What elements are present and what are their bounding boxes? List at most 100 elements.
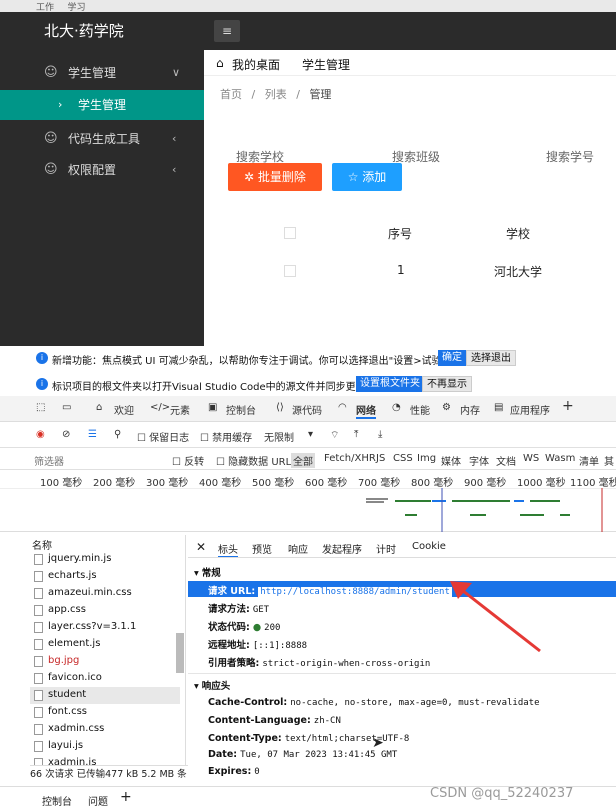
clear-icon[interactable]: ⊘ bbox=[62, 429, 70, 440]
throttle-select[interactable]: 无限制 bbox=[264, 429, 294, 444]
set-root-folder-button[interactable]: 设置根文件夹 bbox=[356, 376, 424, 392]
list-item[interactable]: echarts.js bbox=[30, 568, 180, 585]
upload-icon[interactable]: ⤒ bbox=[354, 429, 358, 440]
tab-network[interactable]: 网络 bbox=[356, 402, 376, 419]
table-cell-index: 1 bbox=[397, 263, 405, 277]
sidebar-item-permissions[interactable]: ☺ 权限配置 ‹ bbox=[0, 155, 204, 185]
device-icon[interactable]: ▭ bbox=[62, 402, 71, 413]
type-ws[interactable]: WS bbox=[523, 453, 539, 464]
tab-cookie[interactable]: Cookie bbox=[412, 541, 446, 552]
sidebar-item-student-mgmt[interactable]: ☺ 学生管理 ∨ bbox=[0, 58, 204, 88]
network-timeline[interactable]: 100 毫秒 200 毫秒 300 毫秒 400 毫秒 500 毫秒 600 毫秒 700 … bbox=[0, 470, 616, 532]
type-doc[interactable]: 文档 bbox=[496, 453, 516, 468]
search-student-id-input[interactable]: 搜索学号 bbox=[546, 148, 594, 165]
tab-sources[interactable]: 源代码 bbox=[292, 402, 322, 417]
file-icon bbox=[34, 622, 43, 633]
list-scrollbar[interactable] bbox=[176, 633, 184, 673]
list-item[interactable]: jquery.min.js bbox=[30, 551, 180, 568]
filter-icon[interactable]: ☰ bbox=[88, 429, 97, 440]
inspect-icon[interactable]: ⬚ bbox=[36, 402, 45, 413]
section-response-headers[interactable]: ▾ 响应头 bbox=[194, 678, 230, 692]
file-icon bbox=[34, 588, 43, 599]
preserve-log-checkbox[interactable]: ☐ 保留日志 bbox=[137, 429, 189, 444]
type-other[interactable]: 其 bbox=[604, 453, 614, 468]
list-item[interactable]: student bbox=[30, 687, 180, 704]
search-icon[interactable]: ⚲ bbox=[114, 429, 121, 440]
type-css[interactable]: CSS bbox=[393, 453, 413, 464]
file-name: xadmin.css bbox=[48, 723, 105, 734]
tab-timing[interactable]: 计时 bbox=[376, 541, 396, 556]
add-drawer-tab-icon[interactable]: + bbox=[120, 789, 132, 805]
type-fetch[interactable]: Fetch/XHR bbox=[324, 453, 376, 464]
type-img[interactable]: Img bbox=[417, 453, 436, 464]
list-header-name[interactable]: 名称 bbox=[32, 537, 52, 552]
file-name: app.css bbox=[48, 604, 86, 615]
ok-button[interactable]: 确定 bbox=[438, 350, 466, 366]
request-list: 名称 jquery.min.js echarts.js amazeui.min.cs… bbox=[30, 535, 186, 769]
smile-icon: ☺ bbox=[44, 131, 58, 146]
section-general[interactable]: ▾ 常规 bbox=[194, 565, 221, 579]
list-item[interactable]: bg.jpg bbox=[30, 653, 180, 670]
timeline-tick: 300 毫秒 bbox=[146, 478, 189, 489]
breadcrumb-item[interactable]: 首页 bbox=[220, 88, 242, 101]
tab-student-mgmt[interactable]: 学生管理 bbox=[302, 56, 350, 73]
list-item[interactable]: element.js bbox=[30, 636, 180, 653]
sidebar-subitem-student-mgmt[interactable]: › 学生管理 bbox=[0, 90, 204, 120]
tab-performance[interactable]: 性能 bbox=[410, 402, 430, 417]
select-all-checkbox[interactable] bbox=[284, 227, 296, 239]
drawer-tab-console[interactable]: 控制台 bbox=[42, 793, 72, 808]
record-icon[interactable]: ◉ bbox=[36, 429, 45, 440]
tab-welcome[interactable]: 欢迎 bbox=[114, 402, 134, 417]
more-tabs-icon[interactable]: + bbox=[562, 398, 574, 414]
tab-home[interactable]: 我的桌面 bbox=[232, 56, 280, 73]
hide-data-url-checkbox[interactable]: ☐ 隐藏数据 URL bbox=[216, 453, 291, 468]
tab-headers[interactable]: 标头 bbox=[218, 541, 238, 558]
admin-app: 北大·药学院 ☺ 学生管理 ∨ › 学生管理 ☺ 代码生成工具 ‹ ☺ 权限配置… bbox=[0, 12, 616, 346]
list-item[interactable]: amazeui.min.css bbox=[30, 585, 180, 602]
status-bar: 66 次请求 已传输477 kB 5.2 MB 条 bbox=[30, 765, 188, 781]
filter-input[interactable]: 筛选器 bbox=[34, 453, 64, 468]
star-icon: ☆ bbox=[347, 170, 363, 184]
row-checkbox[interactable] bbox=[284, 265, 296, 277]
timeline-tick: 600 毫秒 bbox=[305, 478, 348, 489]
invert-checkbox[interactable]: ☐ 反转 bbox=[172, 453, 204, 468]
tab-console[interactable]: 控制台 bbox=[226, 402, 256, 417]
info-icon: i bbox=[36, 378, 48, 390]
type-media[interactable]: 媒体 bbox=[441, 453, 461, 468]
type-js[interactable]: JS bbox=[376, 453, 385, 464]
tab-application[interactable]: 应用程序 bbox=[510, 402, 550, 417]
download-icon[interactable]: ⤓ bbox=[378, 429, 382, 440]
type-all[interactable]: 全部 bbox=[291, 453, 315, 468]
tab-memory[interactable]: 内存 bbox=[460, 402, 480, 417]
list-item[interactable]: layer.css?v=3.1.1 bbox=[30, 619, 180, 636]
disable-cache-checkbox[interactable]: ☐ 禁用缓存 bbox=[200, 429, 252, 444]
close-icon[interactable]: ✕ bbox=[196, 540, 206, 554]
sidebar-item-codegen[interactable]: ☺ 代码生成工具 ‹ bbox=[0, 124, 204, 154]
tab-preview[interactable]: 预览 bbox=[252, 541, 272, 556]
tab-bar: ⌂ 我的桌面 学生管理 bbox=[204, 50, 616, 76]
drawer-tab-issues[interactable]: 问题 bbox=[88, 793, 108, 808]
file-icon bbox=[34, 707, 43, 718]
delete-icon: ✲ bbox=[244, 170, 258, 184]
type-wasm[interactable]: Wasm bbox=[545, 453, 575, 464]
list-item[interactable]: app.css bbox=[30, 602, 180, 619]
type-font[interactable]: 字体 bbox=[469, 453, 489, 468]
dropdown-icon[interactable]: ▾ bbox=[308, 429, 313, 440]
dont-show-button[interactable]: 不再显示 bbox=[422, 376, 472, 392]
list-item[interactable]: layui.js bbox=[30, 738, 180, 755]
list-item[interactable]: favicon.ico bbox=[30, 670, 180, 687]
list-item[interactable]: xadmin.css bbox=[30, 721, 180, 738]
tab-elements[interactable]: 元素 bbox=[170, 402, 190, 417]
add-button[interactable]: ☆ 添加 bbox=[332, 163, 402, 191]
status-ok-icon: ● bbox=[252, 622, 262, 633]
list-item[interactable]: font.css bbox=[30, 704, 180, 721]
opt-out-button[interactable]: 选择退出 bbox=[466, 350, 516, 366]
tab-response[interactable]: 响应 bbox=[288, 541, 308, 556]
breadcrumb-item[interactable]: 列表 bbox=[265, 88, 287, 101]
batch-delete-button[interactable]: ✲ 批量删除 bbox=[228, 163, 322, 191]
menu-toggle-icon[interactable]: ≡ bbox=[214, 20, 240, 42]
tab-initiator[interactable]: 发起程序 bbox=[322, 541, 362, 556]
type-manifest[interactable]: 清单 bbox=[579, 453, 599, 468]
timeline-tick: 100 毫秒 bbox=[40, 478, 83, 489]
wifi-settings-icon[interactable]: ⌔ bbox=[330, 429, 339, 442]
